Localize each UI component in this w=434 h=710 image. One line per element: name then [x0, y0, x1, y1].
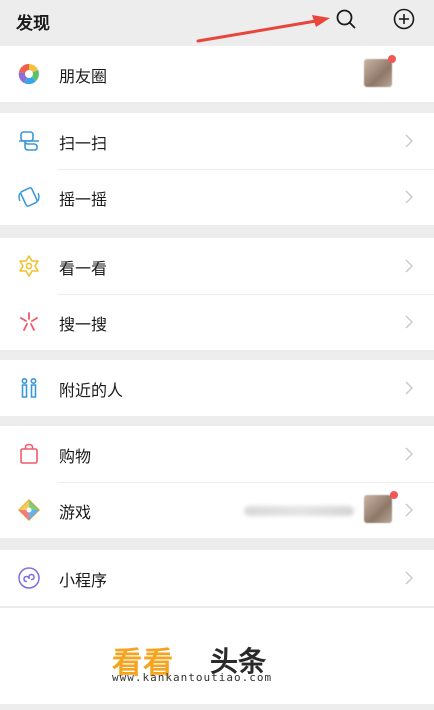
menu-item-search[interactable]: 搜一搜 [0, 294, 434, 350]
search-icon[interactable] [334, 7, 358, 31]
moments-avatar-thumbnail [364, 59, 392, 87]
menu-item-moments[interactable]: 朋友圈 [0, 46, 434, 102]
watermark-logo: 看看 头条 www.kankantoutiao.com [112, 638, 332, 688]
group-nearby: 附近的人 [0, 360, 434, 416]
mini-program-icon [18, 567, 40, 589]
new-indicator-dot [388, 55, 396, 63]
chevron-right-icon [405, 259, 413, 273]
top-stories-icon [19, 255, 39, 277]
menu-label: 附近的人 [59, 381, 124, 400]
game-promo-text-blurred [244, 506, 354, 516]
games-icon [18, 499, 40, 521]
menu-label: 游戏 [59, 503, 92, 522]
annotation-arrow [196, 15, 330, 43]
game-thumbnail [364, 495, 392, 523]
group-moments: 朋友圈 [0, 46, 434, 102]
menu-label: 摇一摇 [59, 190, 108, 209]
menu-item-shake[interactable]: 摇一摇 [0, 169, 434, 225]
moments-icon [18, 63, 40, 85]
shopping-bag-icon [20, 443, 38, 464]
add-icon[interactable] [392, 7, 416, 31]
chevron-right-icon [405, 315, 413, 329]
group-look-search: 看一看 搜一搜 [0, 238, 434, 350]
new-indicator-dot [390, 491, 398, 499]
search-feature-icon [20, 312, 38, 331]
menu-item-mini-programs[interactable]: 小程序 [0, 550, 434, 606]
menu-item-scan[interactable]: 扫一扫 [0, 113, 434, 169]
menu-label: 购物 [59, 447, 92, 466]
page-title: 发现 [16, 14, 50, 34]
chevron-right-icon [405, 571, 413, 585]
chevron-right-icon [405, 134, 413, 148]
shake-icon [18, 187, 40, 207]
menu-item-people-nearby[interactable]: 附近的人 [0, 360, 434, 416]
chevron-right-icon [405, 190, 413, 204]
chevron-right-icon [405, 381, 413, 395]
group-scan-shake: 扫一扫 摇一摇 [0, 113, 434, 225]
people-nearby-icon [21, 377, 37, 398]
menu-label: 小程序 [59, 571, 108, 590]
group-mini-programs: 小程序 [0, 550, 434, 606]
menu-label: 看一看 [59, 259, 108, 278]
menu-label: 扫一扫 [59, 134, 108, 153]
chevron-right-icon [405, 447, 413, 461]
group-shop-games: 购物 游戏 [0, 426, 434, 538]
watermark-url: www.kankantoutiao.com [112, 671, 273, 684]
menu-item-games[interactable]: 游戏 [0, 482, 434, 538]
chevron-right-icon [405, 503, 413, 517]
menu-item-top-stories[interactable]: 看一看 [0, 238, 434, 294]
scan-icon [19, 131, 39, 151]
menu-label: 朋友圈 [59, 67, 108, 86]
menu-item-shopping[interactable]: 购物 [0, 426, 434, 482]
menu-label: 搜一搜 [59, 315, 108, 334]
